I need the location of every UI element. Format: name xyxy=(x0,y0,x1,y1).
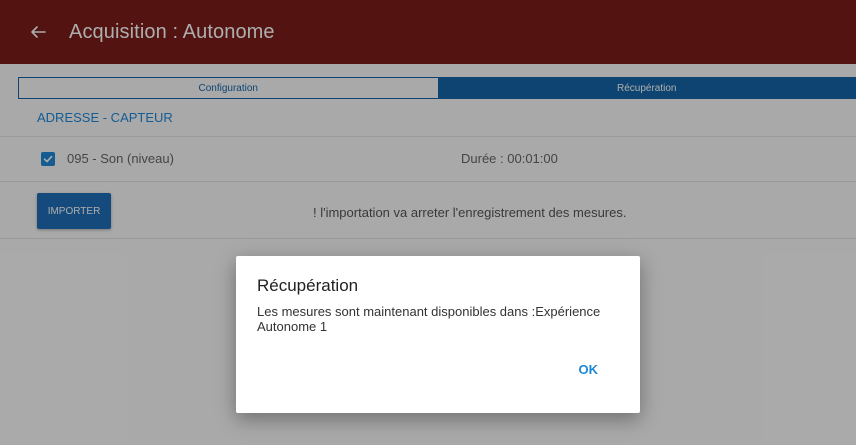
recuperation-dialog: Récupération Les mesures sont maintenant… xyxy=(236,256,640,413)
dialog-message: Les mesures sont maintenant disponibles … xyxy=(257,304,601,334)
dialog-title: Récupération xyxy=(257,276,359,295)
ok-button[interactable]: OK xyxy=(573,360,605,379)
